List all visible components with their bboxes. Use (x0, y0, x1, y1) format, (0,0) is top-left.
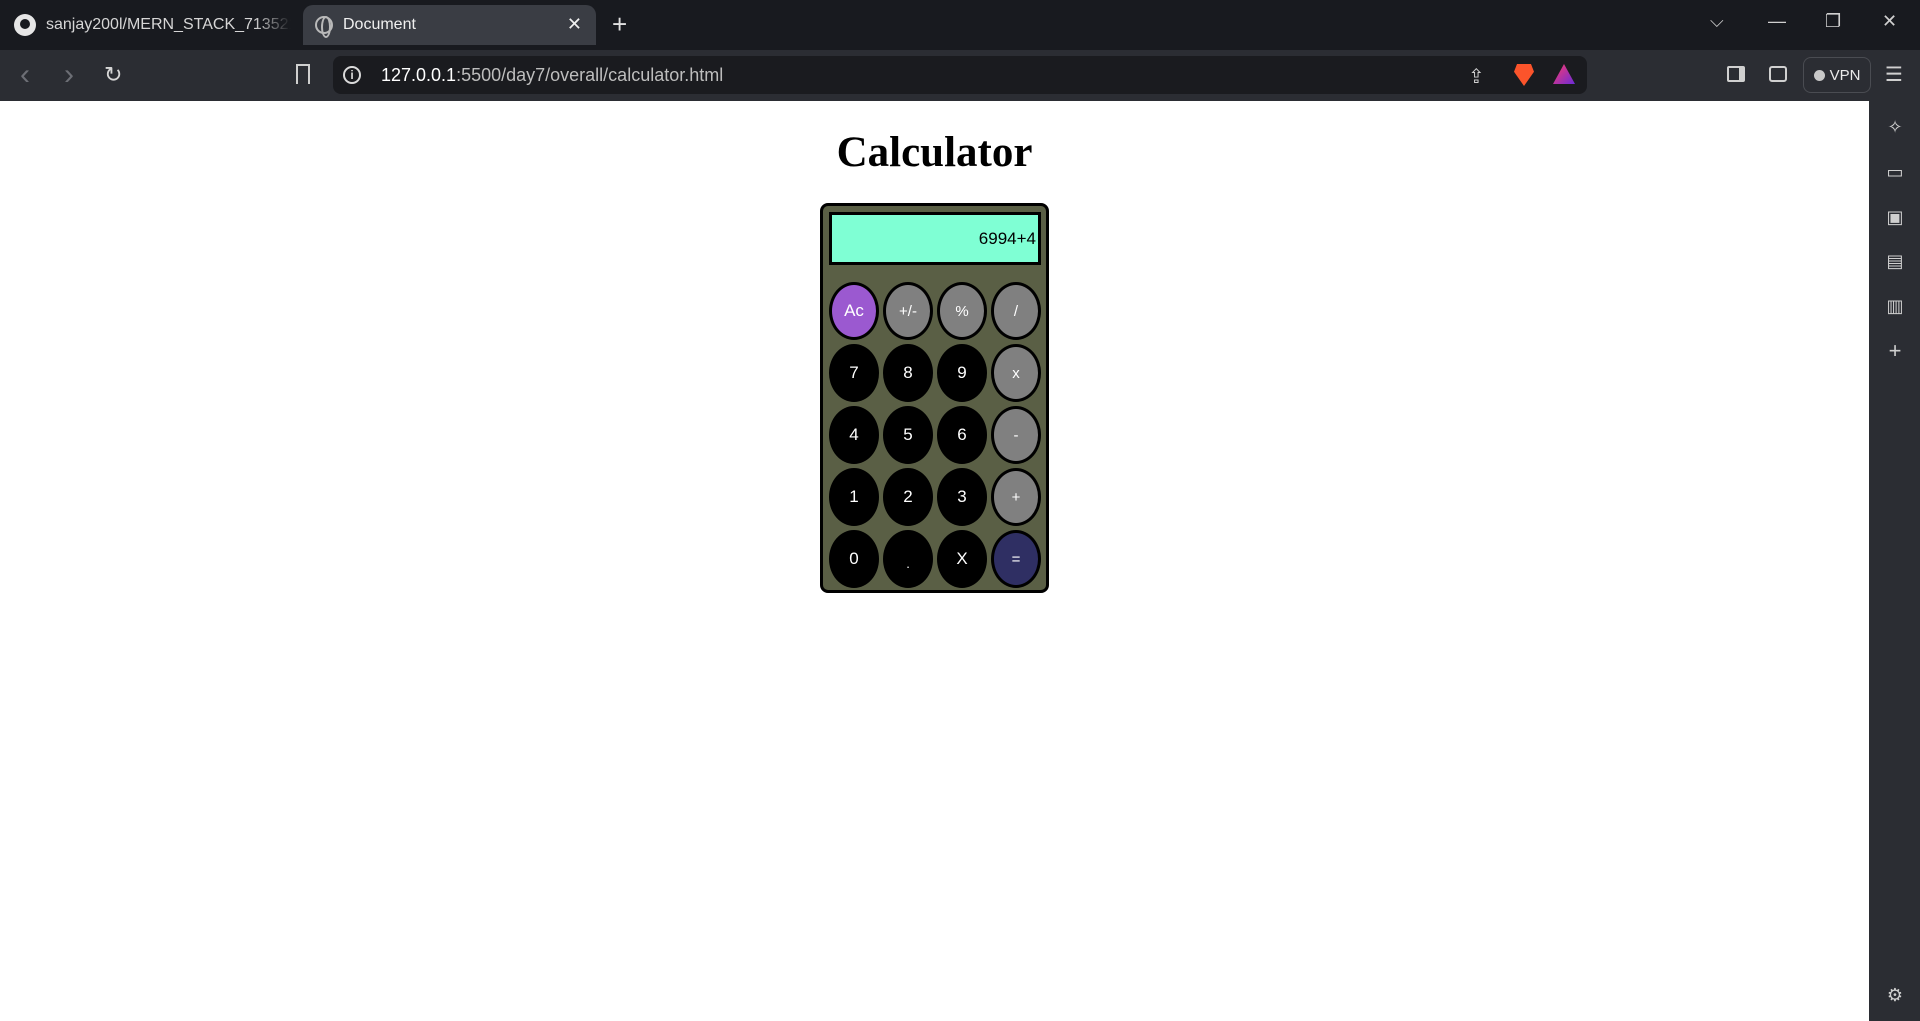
tab-bar: sanjay200l/MERN_STACK_713521EE0 Document… (0, 0, 1920, 50)
vpn-button[interactable]: VPN (1803, 57, 1871, 93)
vpn-status-icon (1813, 69, 1825, 81)
calculator: 6994+4 Ac +/-%/ 7 8 9 x 4 5 6- 1 2 3 +0. X = (820, 203, 1049, 593)
backspace-button[interactable]: X (937, 530, 987, 588)
bookmark-icon[interactable] (296, 64, 310, 84)
bookmarks-icon[interactable]: ▤ (1885, 251, 1905, 271)
calculator-display: 6994+4 (829, 212, 1041, 265)
digit-8-button[interactable]: 8 (883, 344, 933, 402)
settings-icon[interactable]: ⚙ (1885, 985, 1905, 1005)
browser-sidebar: ✧ ▭ ▣ ▤ ▥ + ⚙ (1869, 101, 1920, 1021)
wallet-icon[interactable] (1769, 66, 1787, 82)
leo-ai-icon[interactable]: ✧ (1885, 117, 1905, 137)
keypad: Ac +/-%/ 7 8 9 x 4 5 6- 1 2 3 +0. X = (829, 282, 1041, 588)
close-window-button[interactable]: ✕ (1882, 11, 1897, 32)
restore-button[interactable]: ❐ (1825, 11, 1841, 32)
minimize-button[interactable]: — (1768, 11, 1786, 32)
digit-2-button[interactable]: 2 (883, 468, 933, 526)
brave-rewards-icon[interactable] (1553, 64, 1575, 84)
multiply-button[interactable]: x (991, 344, 1041, 402)
sign-toggle-button[interactable]: +/- (883, 282, 933, 340)
tab-close-icon[interactable]: ✕ (567, 14, 582, 35)
github-icon (14, 14, 36, 36)
back-icon[interactable]: ‹ (20, 58, 30, 92)
add-button[interactable]: + (991, 468, 1041, 526)
digit-7-button[interactable]: 7 (829, 344, 879, 402)
url-path: :5500/day7/overall/calculator.html (456, 65, 724, 85)
address-bar[interactable]: i 127.0.0.1:5500/day7/overall/calculator… (333, 56, 1587, 94)
url-host: 127.0.0.1 (381, 65, 457, 85)
reading-list-icon[interactable]: ▥ (1885, 296, 1905, 316)
tab-document[interactable]: Document ✕ (303, 5, 596, 45)
equals-button[interactable]: = (991, 530, 1041, 588)
digit-6-button[interactable]: 6 (937, 406, 987, 464)
browser-toolbar: ‹ › ↻ i 127.0.0.1:5500/day7/overall/calc… (0, 50, 1920, 101)
all-clear-button[interactable]: Ac (829, 282, 879, 340)
tab-title: sanjay200l/MERN_STACK_713521EE0 (46, 16, 291, 33)
menu-icon[interactable]: ☰ (1885, 62, 1903, 87)
site-info-icon[interactable]: i (343, 66, 361, 84)
divide-button[interactable]: / (991, 282, 1041, 340)
new-tab-button[interactable]: + (612, 9, 627, 39)
reload-icon[interactable]: ↻ (104, 62, 122, 88)
page-content: Calculator 6994+4 Ac +/-%/ 7 8 9 x 4 5 6- 1 2 3 +0. X… (0, 101, 1869, 1021)
percent-button[interactable]: % (937, 282, 987, 340)
playlist-icon[interactable]: ▭ (1885, 162, 1905, 182)
url-text[interactable]: 127.0.0.1:5500/day7/overall/calculator.h… (381, 65, 723, 86)
decimal-button[interactable]: . (883, 530, 933, 588)
tab-title: Document (343, 16, 416, 33)
digit-4-button[interactable]: 4 (829, 406, 879, 464)
vpn-label: VPN (1829, 66, 1861, 84)
share-icon[interactable]: ⇪ (1468, 64, 1485, 89)
digit-1-button[interactable]: 1 (829, 468, 879, 526)
digit-5-button[interactable]: 5 (883, 406, 933, 464)
sidebar-toggle-icon[interactable] (1727, 66, 1745, 82)
forward-icon[interactable]: › (64, 58, 74, 92)
brave-shields-icon[interactable] (1514, 64, 1534, 86)
page-title: Calculator (836, 129, 1033, 176)
tab-github[interactable]: sanjay200l/MERN_STACK_713521EE0 (0, 5, 298, 45)
tab-search-icon[interactable]: ⌵ (1710, 11, 1724, 32)
digit-9-button[interactable]: 9 (937, 344, 987, 402)
subtract-button[interactable]: - (991, 406, 1041, 464)
digit-0-button[interactable]: 0 (829, 530, 879, 588)
globe-icon (315, 16, 333, 38)
wallet-icon[interactable]: ▣ (1885, 207, 1905, 227)
digit-3-button[interactable]: 3 (937, 468, 987, 526)
add-panel-icon[interactable]: + (1885, 340, 1905, 362)
